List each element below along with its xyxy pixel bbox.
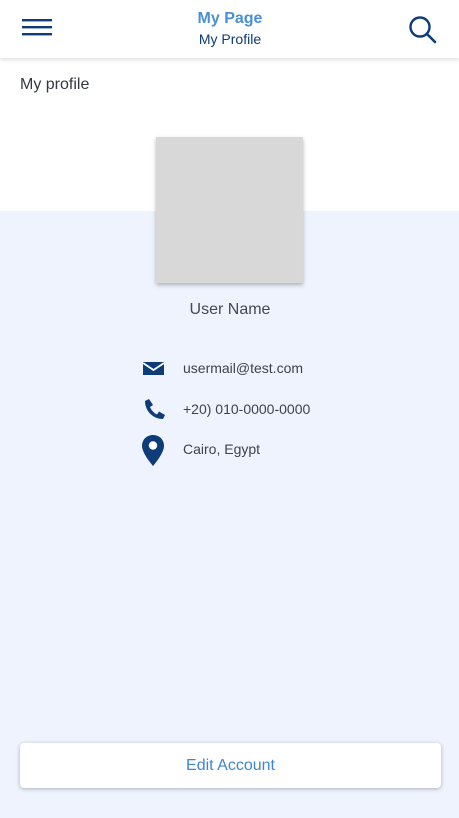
page-subtitle: My Profile	[198, 31, 262, 47]
location-text: Cairo, Egypt	[183, 441, 261, 457]
avatar	[156, 137, 303, 283]
user-name: User Name	[189, 301, 271, 318]
top-app-bar: My Page My Profile	[0, 0, 459, 58]
phone-text: +20) 010-0000-0000	[183, 401, 311, 417]
email-text: usermail@test.com	[183, 360, 304, 376]
email-row: usermail@test.com	[140, 353, 400, 383]
location-row: Cairo, Egypt	[140, 434, 400, 466]
location-pin-icon	[140, 434, 168, 466]
email-icon	[140, 353, 168, 383]
phone-row: +20) 010-0000-0000	[140, 394, 400, 424]
page-title: My Page	[197, 10, 263, 27]
hamburger-menu-icon[interactable]	[18, 13, 56, 43]
edit-account-button[interactable]: Edit Account	[20, 743, 441, 788]
phone-icon	[140, 394, 168, 424]
header-titles: My Page My Profile	[130, 10, 330, 47]
app-screen: My Page My Profile My profile User Name …	[0, 0, 459, 818]
section-title: My profile	[20, 76, 90, 93]
search-icon[interactable]	[406, 14, 440, 46]
